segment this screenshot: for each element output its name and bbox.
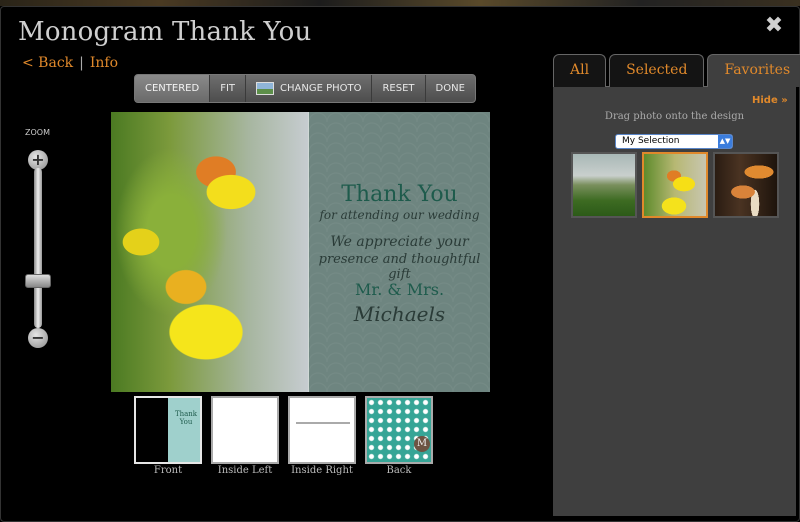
- page-thumb-inside-left: [211, 396, 279, 464]
- page-front[interactable]: Thank You Front: [134, 396, 202, 476]
- front-mini-title: Thank You: [174, 410, 198, 426]
- info-link[interactable]: Info: [90, 55, 118, 71]
- change-photo-label: CHANGE PHOTO: [280, 83, 362, 94]
- card-names-line2: Michaels: [353, 302, 446, 326]
- zoom-slider-track[interactable]: [34, 168, 42, 328]
- page-thumb-back: M: [365, 396, 433, 464]
- thumbnail-landscape[interactable]: [571, 152, 637, 218]
- change-photo-button[interactable]: CHANGE PHOTO: [246, 75, 373, 102]
- card-names-line1: Mr. & Mrs.: [354, 280, 445, 299]
- tab-selected[interactable]: Selected: [609, 54, 705, 87]
- album-select[interactable]: My Selection ▲▼: [615, 134, 733, 149]
- photo-thumbnails: [571, 152, 779, 218]
- drag-instruction: Drag photo onto the design: [604, 111, 745, 122]
- close-icon[interactable]: ✖: [763, 15, 785, 37]
- zoom-label: ZOOM: [25, 128, 50, 137]
- tab-all[interactable]: All: [553, 54, 607, 87]
- page-label: Inside Right: [291, 465, 353, 476]
- sidebar-tabs: All Selected Favorites: [553, 54, 800, 87]
- centered-button[interactable]: CENTERED: [135, 75, 211, 102]
- page-inside-right[interactable]: Inside Right: [288, 396, 356, 476]
- nav-separator: |: [79, 55, 84, 71]
- page-label: Inside Left: [217, 465, 273, 476]
- thumbnail-mushrooms[interactable]: [713, 152, 779, 218]
- monogram-badge: M: [414, 436, 430, 452]
- thumbnail-yellow-orchid[interactable]: [642, 152, 708, 218]
- card-preview[interactable]: Thank You for attending our wedding We a…: [111, 112, 490, 392]
- zoom-out-button[interactable]: −: [28, 328, 48, 348]
- chevron-updown-icon: ▲▼: [718, 135, 732, 148]
- fit-button[interactable]: FIT: [210, 75, 246, 102]
- page-back[interactable]: M Back: [365, 396, 433, 476]
- card-line-3: presence and thoughtful gift: [318, 252, 481, 282]
- page-label: Back: [386, 465, 412, 476]
- page-title: Monogram Thank You: [18, 17, 312, 47]
- page-inside-left[interactable]: Inside Left: [211, 396, 279, 476]
- card-line-2: We appreciate your: [330, 234, 469, 250]
- page-thumbnails: Thank You Front Inside Left Inside Right…: [134, 396, 433, 476]
- card-line-1: for attending our wedding: [319, 208, 480, 222]
- album-select-value: My Selection: [622, 136, 680, 146]
- hide-button[interactable]: Hide »: [752, 95, 788, 106]
- nav-links: < Back | Info: [22, 55, 118, 71]
- back-link[interactable]: < Back: [22, 55, 73, 71]
- page-thumb-front: Thank You: [134, 396, 202, 464]
- zoom-in-button[interactable]: +: [28, 150, 48, 170]
- page-thumb-inside-right: [288, 396, 356, 464]
- card-text-panel: Thank You for attending our wedding We a…: [309, 112, 490, 392]
- card-heading: Thank You: [341, 182, 458, 207]
- card-photo[interactable]: [111, 112, 308, 392]
- photo-sidebar: [553, 86, 796, 516]
- photo-icon: [256, 82, 274, 95]
- photo-toolbar: CENTERED FIT CHANGE PHOTO RESET DONE: [134, 74, 476, 103]
- reset-button[interactable]: RESET: [372, 75, 426, 102]
- done-button[interactable]: DONE: [426, 75, 475, 102]
- zoom-slider-handle[interactable]: [25, 274, 51, 288]
- page-label: Front: [153, 465, 183, 476]
- tab-favorites[interactable]: Favorites: [707, 54, 800, 87]
